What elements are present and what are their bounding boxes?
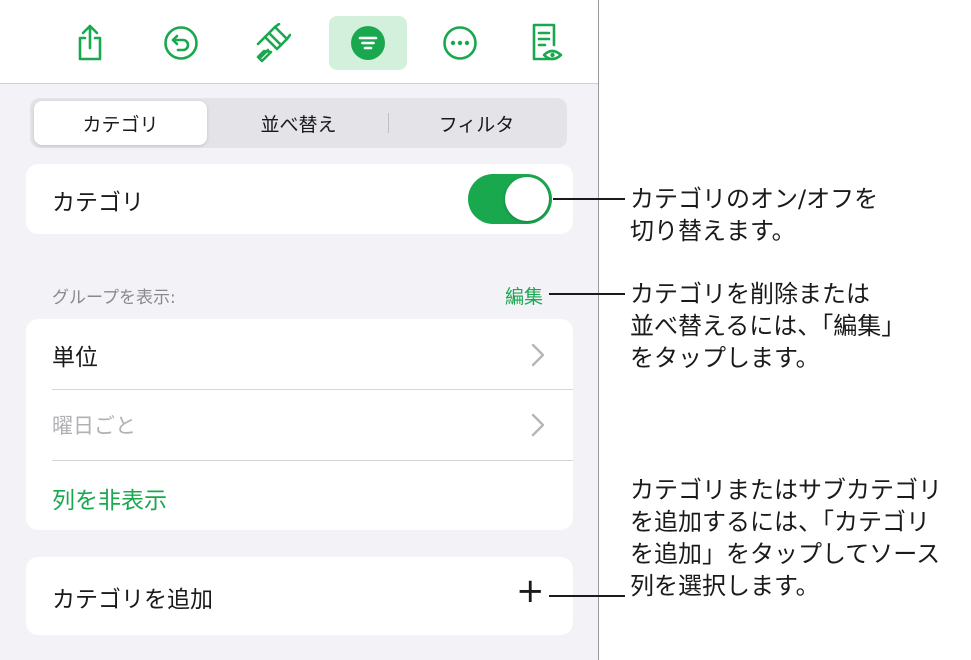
group-row-label: 単位 <box>52 345 98 371</box>
callout-edit: カテゴリを削除または 並べ替えるには、「編集」 をタップします。 <box>630 278 905 374</box>
reader-view-button[interactable] <box>508 16 586 70</box>
group-row-weekday[interactable]: 曜日ごと <box>26 390 573 460</box>
share-icon <box>78 24 102 61</box>
organize-button[interactable] <box>329 16 407 70</box>
organize-panel: カテゴリ 並べ替え フィルタ カテゴリ グループを表示: 編集 単位 曜日ごと … <box>0 0 599 660</box>
segment-divider <box>388 113 389 133</box>
reader-view-icon <box>532 23 563 61</box>
callout-line: カテゴリまたはサブカテゴリ <box>630 476 942 504</box>
callout-line: をタップします。 <box>630 344 820 372</box>
add-category-card[interactable]: カテゴリを追加 + <box>26 557 573 635</box>
categories-toggle-card: カテゴリ <box>26 164 573 234</box>
callout-leader-edit <box>549 293 625 295</box>
tab-filter[interactable]: フィルタ <box>390 101 563 145</box>
plus-icon[interactable]: + <box>516 571 545 611</box>
organize-icon <box>351 26 385 60</box>
group-row-unit[interactable]: 単位 <box>26 319 573 389</box>
hide-column-button[interactable]: 列を非表示 <box>52 481 167 515</box>
callout-leader-toggle <box>553 198 625 200</box>
toolbar <box>0 0 598 84</box>
share-button[interactable] <box>51 16 129 70</box>
more-icon <box>443 26 477 60</box>
add-category-label: カテゴリを追加 <box>52 587 213 613</box>
tab-categories[interactable]: カテゴリ <box>34 101 207 145</box>
callout-line: 列を選択します。 <box>630 572 820 600</box>
edit-button[interactable]: 編集 <box>505 282 543 309</box>
toggle-knob <box>505 177 549 221</box>
chevron-right-icon <box>531 413 545 437</box>
callout-line: 切り替えます。 <box>630 217 796 245</box>
categories-toggle[interactable] <box>468 174 552 224</box>
group-row-label: 曜日ごと <box>52 414 136 438</box>
callout-line: カテゴリを削除または <box>630 280 870 308</box>
callout-line: を追加」をタップしてソース <box>630 540 941 568</box>
undo-button[interactable] <box>142 16 220 70</box>
group-section-header: グループを表示: <box>52 288 176 308</box>
brush-icon <box>256 23 291 63</box>
callout-toggle: カテゴリのオン/オフを 切り替えます。 <box>630 183 878 247</box>
callout-line: を追加するには、「カテゴリ <box>630 508 930 536</box>
more-button[interactable] <box>421 16 499 70</box>
callout-add: カテゴリまたはサブカテゴリ を追加するには、「カテゴリ を追加」をタップしてソー… <box>630 474 942 602</box>
callout-line: カテゴリのオン/オフを <box>630 185 879 213</box>
tab-sort[interactable]: 並べ替え <box>211 101 386 145</box>
segmented-control: カテゴリ 並べ替え フィルタ <box>30 98 567 148</box>
undo-icon <box>164 26 198 60</box>
chevron-right-icon <box>531 343 545 367</box>
format-button[interactable] <box>233 16 311 70</box>
group-card: 単位 曜日ごと 列を非表示 <box>26 319 573 530</box>
categories-toggle-label: カテゴリ <box>52 190 144 216</box>
callout-leader-add <box>549 595 625 597</box>
callout-line: 並べ替えるには、「編集」 <box>630 312 906 340</box>
row-separator <box>52 460 573 461</box>
